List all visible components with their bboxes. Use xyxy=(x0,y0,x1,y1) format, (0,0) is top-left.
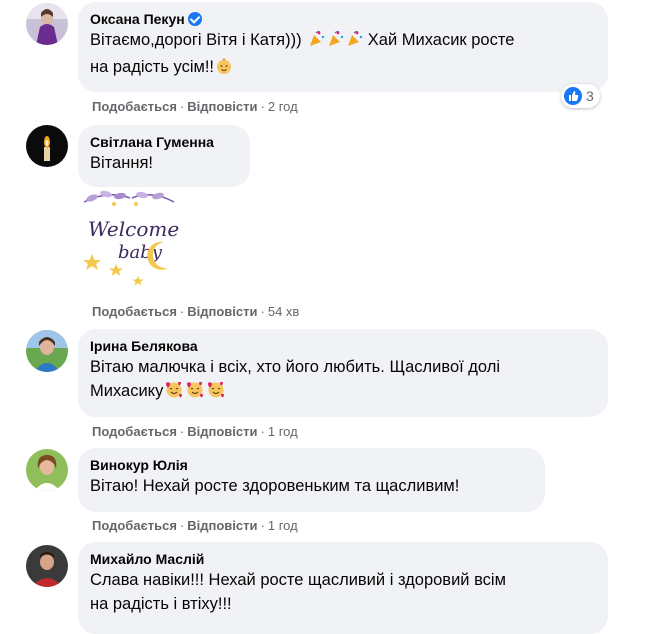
comment-timestamp[interactable]: 54 хв xyxy=(268,304,299,319)
comment-text-line2: Михасику xyxy=(90,382,164,400)
comment-actions: Подобається · Відповісти · 2 год xyxy=(92,99,298,115)
comment-bubble: Світлана Гуменна Вітання! xyxy=(78,125,250,187)
comment-bubble: Оксана Пекун Вітаємо,дорогі Вітя і Катя)… xyxy=(78,2,608,92)
separator: · xyxy=(260,99,265,114)
comment-actions: Подобається · Відповісти · 1 год xyxy=(92,518,298,534)
comment-bubble: Михайло Маслій Слава навіки!!! Нехай рос… xyxy=(78,542,608,634)
separator: · xyxy=(260,424,265,439)
avatar[interactable] xyxy=(26,3,68,45)
comment-actions: Подобається · Відповісти · 1 год xyxy=(92,424,298,440)
avatar[interactable] xyxy=(26,449,68,491)
separator: · xyxy=(179,518,185,533)
comment-text: Вітаємо,дорогі Вітя і Катя))) Хай Михаси… xyxy=(90,28,596,82)
comment-text: Вітання! xyxy=(90,154,153,172)
reaction-number: 3 xyxy=(586,88,594,104)
comment-text-line1: Вітаємо,дорогі Вітя і Катя))) xyxy=(90,31,302,49)
comment-bubble: Винокур Юлія Вітаю! Нехай росте здоровен… xyxy=(78,448,545,512)
separator: · xyxy=(260,518,265,533)
like-link[interactable]: Подобається xyxy=(92,99,177,114)
author-name[interactable]: Михайло Маслій xyxy=(90,550,596,568)
reply-link[interactable]: Відповісти xyxy=(187,424,257,439)
smiling-face-with-hearts-icon xyxy=(164,379,184,406)
comment-text-line2: на радість і втіху!!! xyxy=(90,595,232,613)
author-name[interactable]: Винокур Юлія xyxy=(90,456,533,474)
party-popper-icon xyxy=(345,30,363,55)
comment-text-line1: Слава навіки!!! Нехай росте щасливий і з… xyxy=(90,571,506,589)
avatar[interactable] xyxy=(26,330,68,372)
comment-timestamp[interactable]: 1 год xyxy=(268,424,298,439)
smiling-face-with-hearts-icon xyxy=(185,379,205,406)
comment-text-line1-tail: Хай Михасик росте xyxy=(367,31,515,49)
comment-text: Слава навіки!!! Нехай росте щасливий і з… xyxy=(90,568,596,616)
welcome-baby-sticker: Welcome baby xyxy=(78,188,180,288)
separator: · xyxy=(179,424,185,439)
like-link[interactable]: Подобається xyxy=(92,304,177,319)
comment-actions: Подобається · Відповісти · 54 хв xyxy=(92,304,299,320)
separator: · xyxy=(179,99,185,114)
sticker-text-welcome: Welcome xyxy=(88,217,179,241)
comment-author[interactable]: Оксана Пекун xyxy=(90,10,596,28)
verified-badge-icon xyxy=(187,12,202,26)
party-popper-icon xyxy=(326,30,344,55)
comment-text: Вітаю малючка і всіх, хто його любить. Щ… xyxy=(90,355,596,406)
like-link[interactable]: Подобається xyxy=(92,424,177,439)
comment-timestamp[interactable]: 1 год xyxy=(268,518,298,533)
comment-text: Вітаю! Нехай росте здоровеньким та щасли… xyxy=(90,477,460,495)
reply-link[interactable]: Відповісти xyxy=(187,99,257,114)
author-name[interactable]: Оксана Пекун xyxy=(90,11,185,27)
reply-link[interactable]: Відповісти xyxy=(187,518,257,533)
smiling-face-with-hearts-icon xyxy=(206,379,226,406)
like-reaction-icon xyxy=(564,87,582,105)
comment-timestamp[interactable]: 2 год xyxy=(268,99,298,114)
comment-bubble: Ірина Белякова Вітаю малючка і всіх, хто… xyxy=(78,329,608,417)
avatar[interactable] xyxy=(26,545,68,587)
comment-text-line1: Вітаю малючка і всіх, хто його любить. Щ… xyxy=(90,358,501,376)
like-link[interactable]: Подобається xyxy=(92,518,177,533)
reply-link[interactable]: Відповісти xyxy=(187,304,257,319)
comment-text-line2: на радість усім!! xyxy=(90,58,214,76)
party-popper-icon xyxy=(307,30,325,55)
separator: · xyxy=(260,304,265,319)
author-name[interactable]: Ірина Белякова xyxy=(90,337,596,355)
avatar[interactable] xyxy=(26,125,68,167)
author-name[interactable]: Світлана Гуменна xyxy=(90,133,238,151)
baby-face-icon xyxy=(215,57,233,82)
separator: · xyxy=(179,304,185,319)
reaction-count[interactable]: 3 xyxy=(561,84,600,108)
